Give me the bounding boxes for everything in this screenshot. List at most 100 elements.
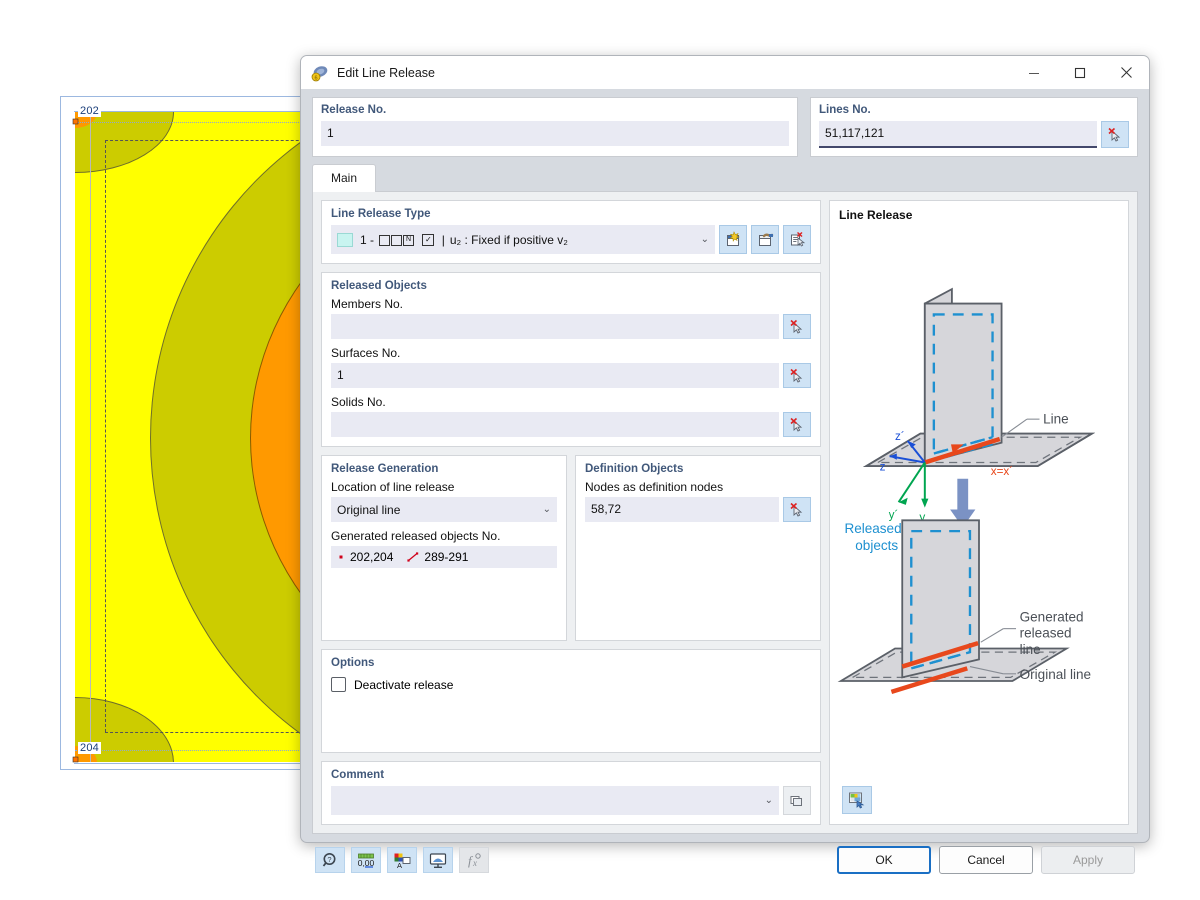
pick-cursor-icon — [790, 417, 803, 432]
label-y-prime: y´ — [889, 508, 899, 521]
members-no-label: Members No. — [331, 297, 404, 311]
surfaces-no-pick-button[interactable] — [783, 363, 811, 388]
release-generation-panel: Release Generation Location of line rele… — [321, 455, 567, 641]
solids-no-input[interactable] — [331, 412, 779, 437]
footer-tool-group: ? 0,00 A f x — [315, 847, 489, 873]
view-tool[interactable] — [423, 847, 453, 873]
svg-text:6: 6 — [314, 75, 317, 81]
label-line: Line — [1043, 412, 1069, 427]
delete-line-release-type-button[interactable] — [783, 225, 811, 254]
maximize-icon — [1074, 67, 1086, 78]
edit-line-release-type-button[interactable] — [751, 225, 779, 254]
type-condition: u₂ : Fixed if positive v₂ — [449, 232, 568, 247]
definition-nodes-input[interactable]: 58,72 — [585, 497, 779, 522]
released-objects-panel: Released Objects Members No. Surfaces No… — [321, 272, 821, 447]
lines-no-group: Lines No. 51,117,121 — [810, 97, 1138, 157]
release-generation-title: Release Generation — [331, 463, 439, 475]
svg-text:x: x — [472, 858, 477, 868]
node-label-204: 204 — [78, 742, 101, 754]
lines-no-input[interactable]: 51,117,121 — [819, 121, 1097, 148]
minimize-button[interactable] — [1011, 56, 1057, 89]
svg-text:?: ? — [327, 855, 331, 864]
location-label: Location of line release — [331, 480, 455, 494]
new-window-icon — [726, 231, 740, 246]
deactivate-release-checkbox[interactable] — [331, 677, 346, 692]
definition-nodes-pick-button[interactable] — [783, 497, 811, 522]
maximize-button[interactable] — [1057, 56, 1103, 89]
type-color-swatch — [337, 232, 353, 247]
edit-window-icon — [758, 233, 773, 246]
surfaces-no-label: Surfaces No. — [331, 346, 401, 360]
line-release-type-panel: Line Release Type 1 - N ✓ | u₂ : Fixed i… — [321, 200, 821, 264]
deactivate-release-row[interactable]: Deactivate release — [331, 677, 811, 692]
members-no-pick-button[interactable] — [783, 314, 811, 339]
comment-library-button[interactable] — [783, 786, 811, 815]
members-no-input[interactable] — [331, 314, 779, 339]
label-z: z — [880, 461, 886, 474]
lines-no-label: Lines No. — [819, 104, 871, 116]
label-released-objects-1: Released — [844, 521, 901, 536]
comment-panel: Comment ⌄ — [321, 761, 821, 825]
location-combo[interactable]: Original line ⌄ — [331, 497, 557, 522]
chevron-down-icon: ⌄ — [542, 504, 551, 515]
edit-line-release-dialog: 6 Edit Line Release Release No. 1 Lines … — [300, 55, 1150, 874]
line-release-icon: 6 — [311, 65, 328, 81]
svg-text:A: A — [397, 861, 402, 869]
options-title: Options — [331, 657, 375, 669]
line-release-type-title: Line Release Type — [331, 208, 431, 220]
image-save-icon — [849, 792, 865, 809]
symbol-box-2 — [391, 234, 403, 246]
lines-no-pick-button[interactable] — [1101, 121, 1129, 148]
comment-combo[interactable]: ⌄ — [331, 786, 779, 815]
options-panel: Options Deactivate release — [321, 649, 821, 753]
display-properties-tool[interactable]: A — [387, 847, 417, 873]
help-tool[interactable]: ? — [315, 847, 345, 873]
generated-nodes: 202,204 — [350, 550, 394, 564]
generated-objects-value: 202,204 289-291 — [331, 546, 557, 568]
label-original-line: Original line — [1020, 667, 1091, 682]
label-generated-line-2: released — [1020, 626, 1072, 641]
pick-cursor-icon — [790, 502, 803, 517]
generation-definition-row: Release Generation Location of line rele… — [321, 455, 821, 641]
copy-windows-icon — [790, 795, 802, 806]
colors-icon: A — [394, 853, 411, 869]
released-objects-title: Released Objects — [331, 280, 427, 292]
location-value: Original line — [337, 502, 401, 517]
surfaces-no-input[interactable]: 1 — [331, 363, 779, 388]
close-button[interactable] — [1103, 56, 1149, 89]
node-label-202: 202 — [78, 105, 101, 117]
symbol-box-1 — [379, 234, 391, 246]
dialog-title: Edit Line Release — [337, 65, 435, 80]
ok-button[interactable]: OK — [837, 846, 931, 874]
window-controls — [1011, 56, 1149, 89]
line-release-type-combo[interactable]: 1 - N ✓ | u₂ : Fixed if positive v₂ ⌄ — [331, 225, 715, 254]
magnifier-question-icon: ? — [322, 852, 335, 867]
node-marker-202 — [72, 118, 79, 125]
cancel-button[interactable]: Cancel — [939, 846, 1033, 874]
node-dot-icon — [339, 555, 343, 559]
release-no-group: Release No. 1 — [312, 97, 798, 157]
right-column: Line Release Line x=x´ z z´ y´ y Generat… — [829, 192, 1137, 833]
left-column: Line Release Type 1 - N ✓ | u₂ : Fixed i… — [313, 192, 829, 833]
solids-no-pick-button[interactable] — [783, 412, 811, 437]
apply-button[interactable]: Apply — [1041, 846, 1135, 874]
identification-row: Release No. 1 Lines No. 51,117,121 — [301, 89, 1149, 161]
formula-tool[interactable]: f x — [459, 847, 489, 873]
chevron-down-icon: ⌄ — [764, 795, 773, 806]
label-released-objects-2: objects — [855, 538, 898, 553]
preview-image-button[interactable] — [842, 786, 872, 814]
line-segment-icon — [407, 552, 419, 562]
close-icon — [1120, 67, 1132, 78]
dialog-titlebar[interactable]: 6 Edit Line Release — [301, 56, 1149, 89]
pick-cursor-icon — [790, 368, 803, 383]
deactivate-release-label: Deactivate release — [354, 677, 454, 692]
minimize-icon — [1029, 72, 1039, 74]
new-line-release-type-button[interactable] — [719, 225, 747, 254]
symbol-box-n: N — [403, 234, 415, 246]
units-tool[interactable]: 0,00 — [351, 847, 381, 873]
function-icon: f x — [468, 853, 481, 868]
release-no-input[interactable]: 1 — [321, 121, 789, 146]
tab-strip: Main — [301, 161, 1149, 192]
tab-main[interactable]: Main — [312, 164, 377, 192]
preview-title: Line Release — [839, 208, 913, 222]
